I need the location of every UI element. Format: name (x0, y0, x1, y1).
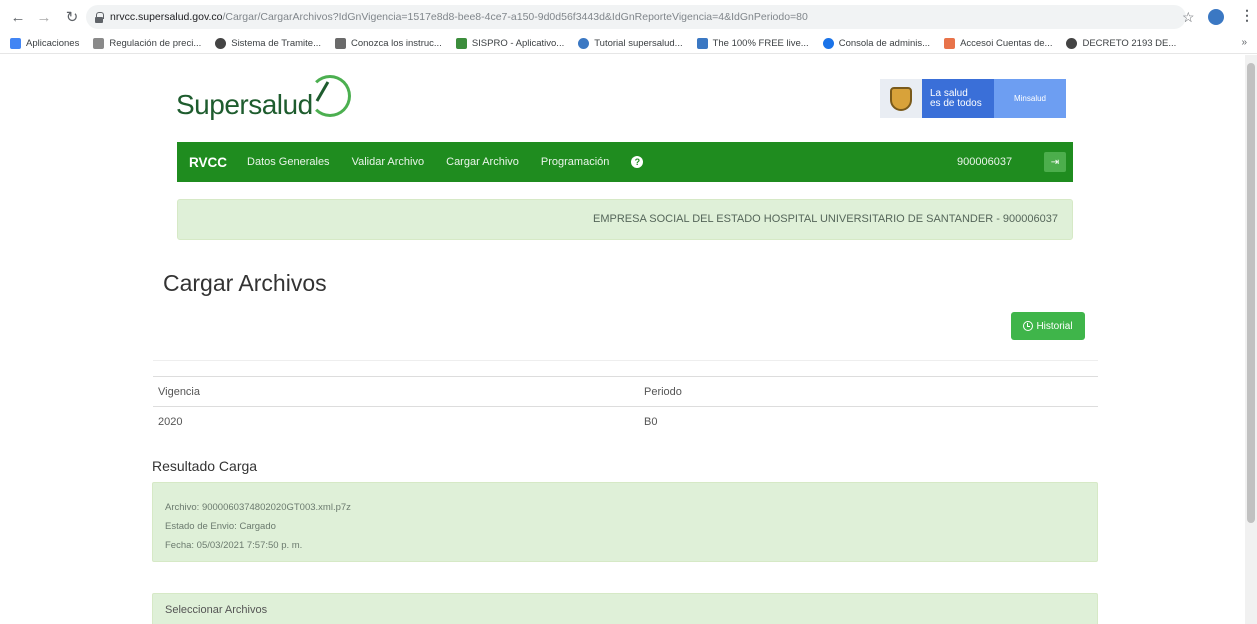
gov-slogan: La salud es de todos (922, 79, 994, 118)
bookmark-favicon-icon (944, 38, 956, 49)
nav-datos-generales[interactable]: Datos Generales (247, 156, 330, 168)
bookmark-item[interactable]: Consola de adminis... (822, 38, 931, 49)
bookmark-item[interactable]: Accesoi Cuentas de... (944, 38, 1052, 49)
gov-slogan-line2: es de todos (930, 98, 982, 109)
browser-menu-icon[interactable]: ⋮ (1240, 7, 1254, 24)
bookmark-star-icon[interactable]: ☆ (1182, 9, 1195, 26)
entity-name: EMPRESA SOCIAL DEL ESTADO HOSPITAL UNIVE… (593, 213, 1058, 225)
bookmark-item[interactable]: Conozca los instruc... (335, 38, 442, 49)
sign-out-icon: ⇥ (1050, 156, 1060, 168)
navbar-brand[interactable]: RVCC (189, 155, 227, 170)
bookmark-favicon-icon (822, 38, 834, 49)
logo-mark-icon (308, 75, 351, 117)
bookmark-label: Tutorial supersalud... (594, 38, 683, 49)
bookmark-label: Aplicaciones (26, 38, 80, 49)
bookmark-item[interactable]: SISPRO - Aplicativo... (455, 38, 565, 49)
bookmark-label: SISPRO - Aplicativo... (471, 38, 565, 49)
user-nit: 900006037 (957, 156, 1013, 168)
table-row: 2020 B0 (153, 406, 1098, 437)
main-navbar: RVCC Datos Generales Validar Archivo Car… (177, 142, 1073, 182)
bookmark-label: Regulación de preci... (109, 38, 202, 49)
url-host: nrvcc.supersalud.gov.co (110, 11, 223, 23)
bookmark-favicon-icon (1066, 38, 1078, 49)
select-files-panel: Seleccionar Archivos (152, 593, 1098, 624)
column-header-periodo: Periodo (644, 376, 1098, 407)
logo-text: Supersalud (176, 89, 313, 120)
bookmarks-bar: Aplicaciones Regulación de preci... Sist… (0, 34, 1257, 54)
column-header-vigencia: Vigencia (153, 376, 644, 407)
help-icon[interactable]: ? (631, 156, 644, 168)
gov-brand: La salud es de todos Minsalud (880, 79, 1066, 118)
period-table: Vigencia Periodo 2020 B0 (153, 376, 1098, 437)
clock-icon (1023, 321, 1034, 331)
bookmark-label: Conozca los instruc... (351, 38, 442, 49)
extension-icon[interactable] (1208, 9, 1224, 25)
bookmark-item[interactable]: Regulación de preci... (93, 38, 201, 49)
nav-validar-archivo[interactable]: Validar Archivo (352, 156, 425, 168)
entity-banner: EMPRESA SOCIAL DEL ESTADO HOSPITAL UNIVE… (177, 199, 1073, 240)
address-bar[interactable]: nrvcc.supersalud.gov.co/Cargar/CargarArc… (86, 5, 1186, 29)
bookmark-label: Sistema de Tramite... (231, 38, 321, 49)
supersalud-logo[interactable]: Supersalud (176, 75, 351, 121)
browser-toolbar: ← → ↻ nrvcc.supersalud.gov.co/Cargar/Car… (0, 0, 1257, 34)
bookmark-label: The 100% FREE live... (712, 38, 809, 49)
bookmark-item[interactable]: Tutorial supersalud... (578, 38, 683, 49)
bookmark-favicon-icon (335, 38, 346, 49)
back-arrow-icon[interactable]: ← (8, 7, 28, 27)
result-estado: Estado de Envio: Cargado (165, 521, 276, 532)
bookmark-item[interactable]: The 100% FREE live... (696, 38, 809, 49)
bookmark-item[interactable]: Sistema de Tramite... (215, 38, 321, 49)
nav-cargar-archivo[interactable]: Cargar Archivo (446, 156, 519, 168)
bookmark-item[interactable]: Aplicaciones (10, 38, 79, 49)
historial-label: Historial (1036, 320, 1073, 332)
logout-button[interactable]: ⇥ (1044, 152, 1066, 172)
reload-icon[interactable]: ↻ (62, 7, 82, 27)
result-archivo: Archivo: 9000060374802020GT003.xml.p7z (165, 502, 351, 513)
bookmark-favicon-icon (578, 38, 590, 49)
bookmark-label: DECRETO 2193 DE... (1082, 38, 1177, 49)
apps-grid-icon (10, 38, 21, 49)
bookmark-item[interactable]: DECRETO 2193 DE... (1066, 38, 1176, 49)
cell-periodo: B0 (644, 406, 1098, 437)
result-title: Resultado Carga (152, 458, 258, 474)
cell-vigencia: 2020 (153, 406, 644, 437)
divider (153, 360, 1098, 361)
bookmark-favicon-icon (215, 38, 227, 49)
bookmark-label: Consola de adminis... (838, 38, 931, 49)
ministry-label: Minsalud (994, 79, 1066, 118)
bookmark-label: Accesoi Cuentas de... (960, 38, 1053, 49)
page-title: Cargar Archivos (163, 270, 327, 296)
result-fecha: Fecha: 05/03/2021 7:57:50 p. m. (165, 540, 303, 551)
select-files-title: Seleccionar Archivos (165, 604, 268, 616)
coat-of-arms-icon (880, 79, 922, 118)
bookmark-favicon-icon (455, 38, 467, 49)
forward-arrow-icon[interactable]: → (34, 7, 54, 27)
bookmarks-overflow-icon[interactable]: » (1241, 37, 1247, 48)
page-scrollbar[interactable] (1245, 55, 1257, 624)
nav-programacion[interactable]: Programación (541, 156, 609, 168)
result-panel: Archivo: 9000060374802020GT003.xml.p7z E… (152, 482, 1098, 562)
bookmark-favicon-icon (696, 38, 708, 49)
scrollbar-thumb[interactable] (1247, 63, 1255, 523)
table-header-row: Vigencia Periodo (153, 376, 1098, 407)
lock-icon (94, 11, 104, 23)
bookmark-favicon-icon (93, 38, 105, 49)
historial-button[interactable]: Historial (1011, 312, 1085, 340)
url-path: /Cargar/CargarArchivos?IdGnVigencia=1517… (222, 11, 808, 23)
